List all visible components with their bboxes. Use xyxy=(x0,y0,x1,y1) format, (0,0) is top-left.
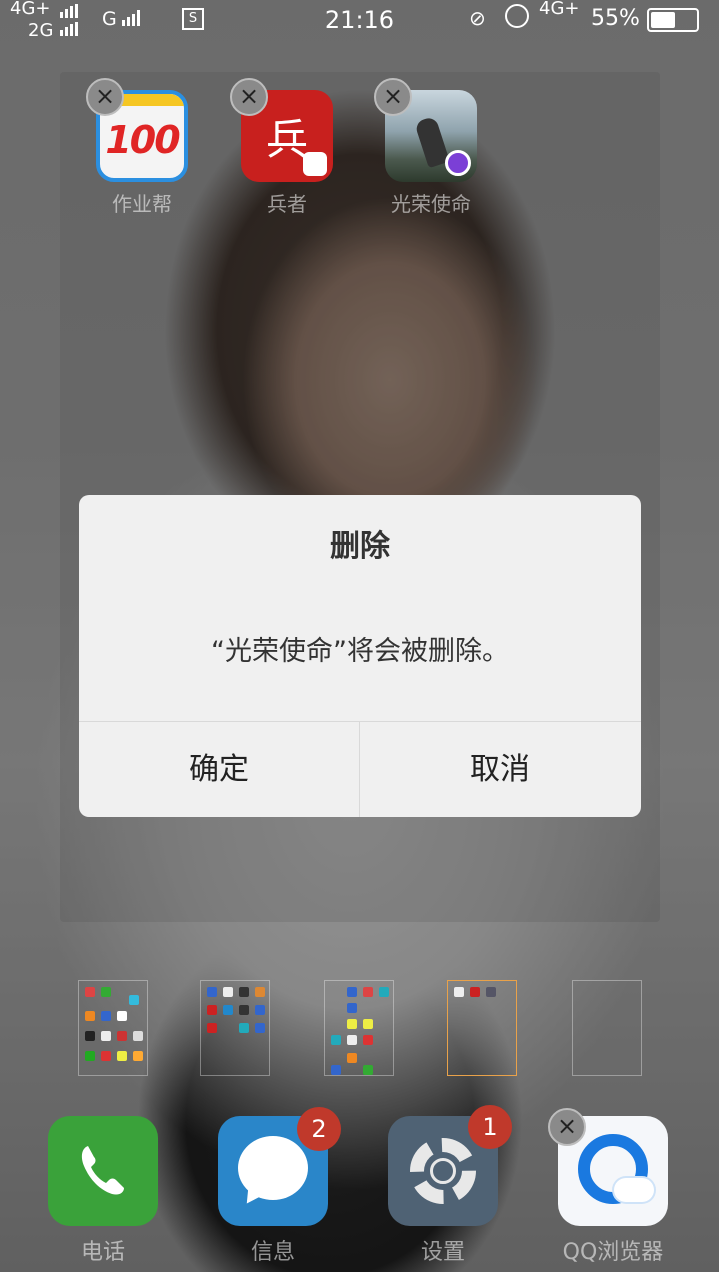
page-thumbnail[interactable] xyxy=(572,980,642,1076)
app-label: 光荣使命 xyxy=(391,192,471,216)
dialog-title: 删除 xyxy=(330,529,390,564)
delete-confirm-dialog: 删除 “光荣使命”将会被删除。 确定 取消 xyxy=(79,495,641,817)
alarm-icon xyxy=(505,4,529,28)
page-thumbnail[interactable] xyxy=(78,980,148,1076)
page-thumbnail-current[interactable] xyxy=(447,980,517,1076)
delete-app-close-icon[interactable]: × xyxy=(86,78,124,116)
battery-fill xyxy=(651,12,676,28)
network-type-right: 4G+ xyxy=(539,0,580,19)
delete-app-close-icon[interactable]: × xyxy=(230,78,268,116)
handset-icon xyxy=(81,1146,124,1195)
app-label: 兵者 xyxy=(267,192,307,216)
mute-icon: ⊘ xyxy=(469,6,486,30)
notification-badge: 1 xyxy=(468,1105,512,1149)
delete-app-close-icon[interactable]: × xyxy=(374,78,412,116)
dialog-message: “光荣使命”将会被删除。 xyxy=(211,636,509,667)
app-label: 作业帮 xyxy=(112,192,172,216)
status-bar: 4G+ 2G G S 21:16 ⊘ 4G+ 55% xyxy=(0,0,719,41)
status-bar-right: ⊘ 4G+ 55% xyxy=(469,0,709,40)
dock-app-phone[interactable]: 电话 xyxy=(38,1116,168,1266)
dock-label: 信息 xyxy=(250,1240,295,1265)
page-thumbnail[interactable] xyxy=(200,980,270,1076)
battery-icon xyxy=(647,8,699,32)
dock-label: 设置 xyxy=(420,1240,465,1265)
dock-label: 电话 xyxy=(80,1240,125,1265)
confirm-button[interactable]: 确定 xyxy=(79,722,359,817)
phone-icon xyxy=(48,1116,158,1226)
battery-percent: 55% xyxy=(591,6,640,31)
page-thumbnail[interactable] xyxy=(324,980,394,1076)
delete-app-close-icon[interactable]: × xyxy=(548,1108,586,1146)
dock-label: QQ浏览器 xyxy=(562,1240,664,1265)
cancel-button[interactable]: 取消 xyxy=(360,722,640,817)
unread-badge: 2 xyxy=(297,1107,341,1151)
